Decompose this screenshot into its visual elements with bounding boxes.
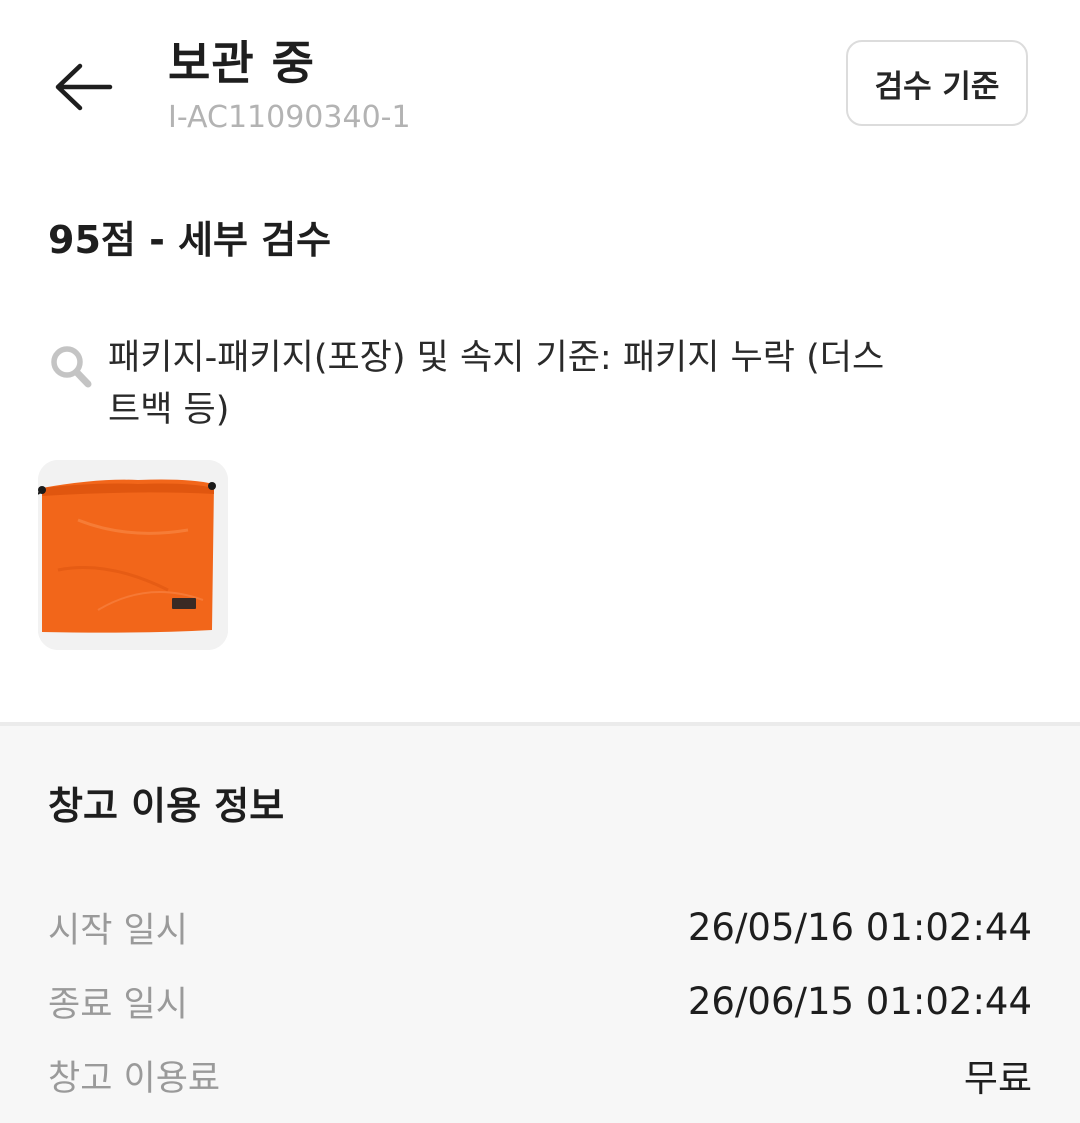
end-date-value: 26/06/15 01:02:44 xyxy=(687,979,1032,1023)
header: 보관 중 I-AC11090340-1 검수 기준 xyxy=(0,0,1080,170)
dust-bag-image xyxy=(38,460,228,650)
storage-fee-row: 창고 이용료 무료 xyxy=(48,1048,1032,1102)
item-code: I-AC11090340-1 xyxy=(168,100,411,135)
page-title: 보관 중 xyxy=(168,36,315,90)
back-button[interactable] xyxy=(48,52,118,122)
inspection-score: 95점 - 세부 검수 xyxy=(48,218,332,262)
inspection-photo[interactable] xyxy=(38,460,228,650)
start-date-row: 시작 일시 26/05/16 01:02:44 xyxy=(48,900,1032,954)
storage-info-title: 창고 이용 정보 xyxy=(48,784,285,828)
end-date-label: 종료 일시 xyxy=(48,984,188,1025)
storage-info-panel: 창고 이용 정보 시작 일시 26/05/16 01:02:44 종료 일시 2… xyxy=(0,726,1080,1123)
start-date-label: 시작 일시 xyxy=(48,910,188,951)
start-date-value: 26/05/16 01:02:44 xyxy=(687,905,1032,949)
inspection-criteria-button[interactable]: 검수 기준 xyxy=(846,40,1028,126)
inspection-note-text: 패키지-패키지(포장) 및 속지 기준: 패키지 누락 (더스트백 등) xyxy=(108,338,885,430)
arrow-left-icon xyxy=(55,63,113,111)
end-date-row: 종료 일시 26/06/15 01:02:44 xyxy=(48,974,1032,1028)
storage-fee-label: 창고 이용료 xyxy=(48,1058,221,1099)
storage-fee-value: 무료 xyxy=(963,1057,1032,1100)
inspection-note: 패키지-패키지(포장) 및 속지 기준: 패키지 누락 (더스트백 등) xyxy=(48,332,908,436)
search-icon xyxy=(51,346,92,388)
